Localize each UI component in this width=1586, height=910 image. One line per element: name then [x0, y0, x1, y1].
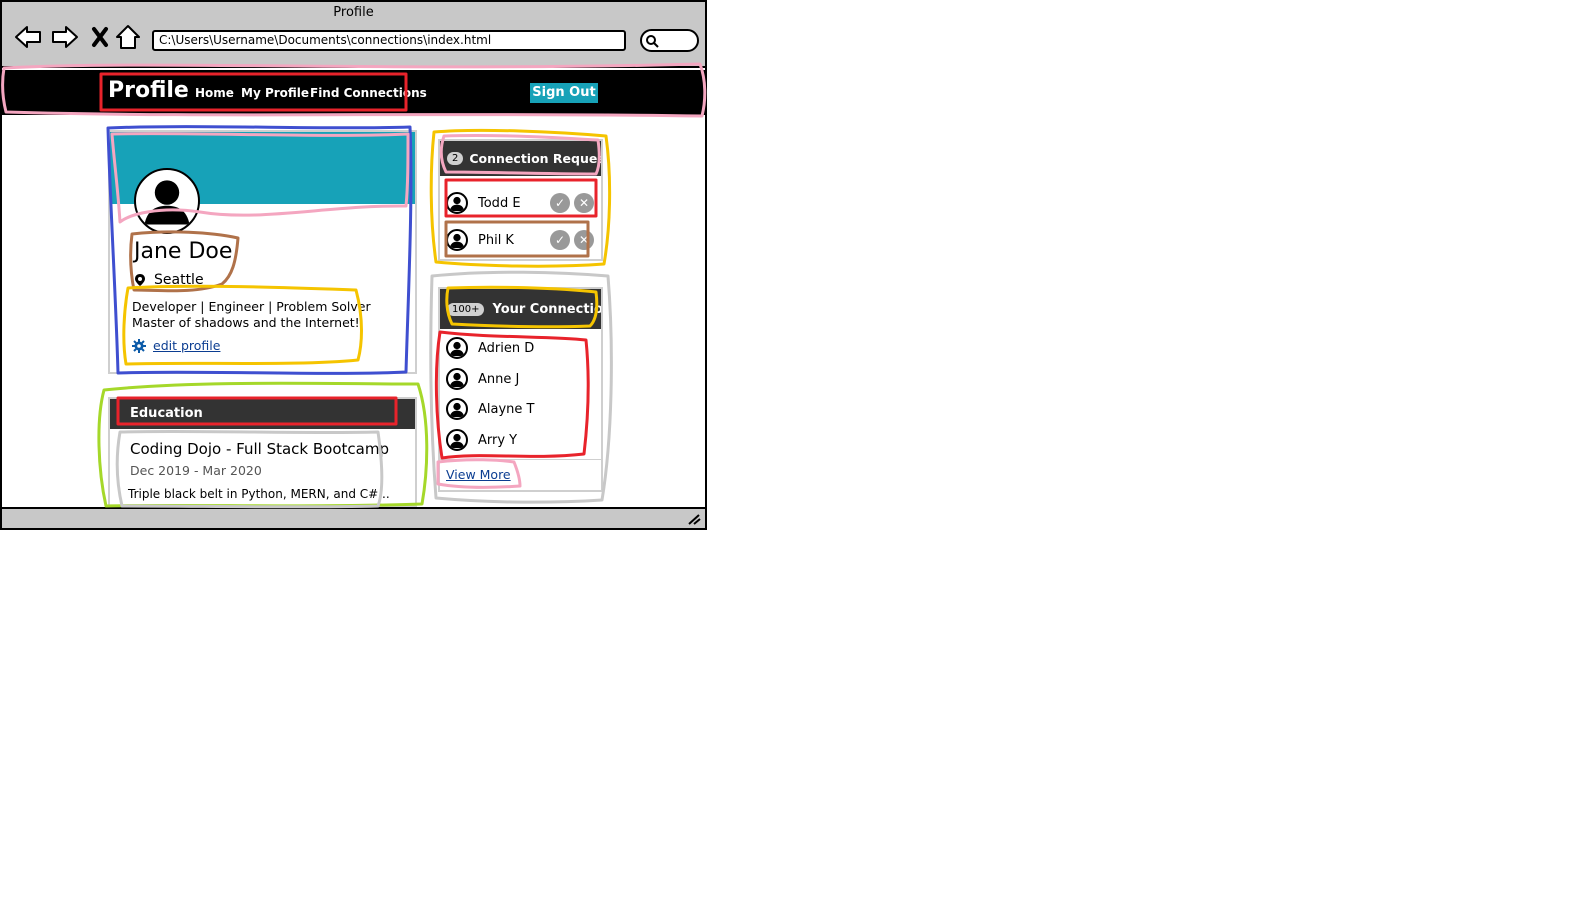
request-name: Todd E	[478, 195, 521, 211]
accept-check-icon[interactable]: ✓	[550, 193, 570, 213]
avatar-icon	[446, 337, 468, 359]
connection-requests-card: 2 Connection Requests Todd E ✓ ✕ Phil K …	[438, 139, 603, 261]
status-bar	[2, 507, 705, 528]
connection-row[interactable]: Arry Y	[446, 426, 596, 454]
connection-row[interactable]: Adrien D	[446, 334, 596, 362]
request-row: Todd E ✓ ✕	[446, 189, 596, 217]
browser-window: Profile C:\Users\Username\Documents\conn…	[0, 0, 707, 530]
edit-profile-row[interactable]: edit profile	[132, 338, 220, 353]
edit-profile-link[interactable]: edit profile	[153, 338, 220, 353]
profile-bio-line-2: Master of shadows and the Internet!	[132, 315, 360, 330]
request-row: Phil K ✓ ✕	[446, 226, 596, 254]
education-header: Education	[110, 399, 415, 429]
search-icon	[646, 35, 659, 48]
connection-row[interactable]: Alayne T	[446, 395, 596, 423]
avatar-icon	[446, 229, 468, 251]
connection-name: Adrien D	[478, 340, 535, 356]
nav-link-home[interactable]: Home	[195, 86, 234, 100]
requests-header-label: Connection Requests	[469, 151, 601, 166]
gear-icon	[132, 338, 146, 353]
avatar-icon	[134, 168, 200, 234]
sign-out-button[interactable]: Sign Out	[530, 83, 598, 103]
avatar-icon	[446, 398, 468, 420]
education-card: Education Coding Dojo - Full Stack Bootc…	[108, 397, 417, 507]
avatar-icon	[446, 368, 468, 390]
profile-location: Seattle	[134, 272, 204, 288]
browser-chrome: Profile C:\Users\Username\Documents\conn…	[2, 2, 705, 68]
decline-x-icon[interactable]: ✕	[574, 230, 594, 250]
avatar-icon	[446, 429, 468, 451]
brand-title[interactable]: Profile	[108, 78, 189, 103]
map-pin-icon	[135, 274, 145, 286]
nav-link-find-connections[interactable]: Find Connections	[310, 86, 427, 100]
connections-count-badge: 100+	[447, 302, 485, 316]
resize-grip-icon[interactable]	[687, 513, 701, 525]
avatar-icon	[446, 192, 468, 214]
browser-search-field[interactable]	[640, 29, 699, 52]
decline-x-icon[interactable]: ✕	[574, 193, 594, 213]
forward-arrow-icon[interactable]	[49, 22, 81, 52]
connection-name: Alayne T	[478, 401, 535, 417]
your-connections-card: 100+ Your Connections Adrien D Anne J Al…	[438, 287, 603, 492]
request-name: Phil K	[478, 232, 514, 248]
education-title: Coding Dojo - Full Stack Bootcamp	[130, 440, 389, 458]
connection-name: Anne J	[478, 371, 520, 387]
window-title: Profile	[333, 5, 374, 20]
profile-bio-line-1: Developer | Engineer | Problem Solver	[132, 299, 371, 314]
profile-card: Jane Doe Seattle Developer | Engineer | …	[108, 130, 417, 374]
location-text: Seattle	[154, 272, 204, 288]
top-navbar: Profile Home My Profile Find Connections…	[2, 70, 705, 115]
requests-count-badge: 2	[447, 152, 464, 165]
profile-name: Jane Doe	[134, 239, 233, 264]
divider	[440, 459, 601, 460]
your-connections-header: 100+ Your Connections	[440, 289, 601, 329]
back-arrow-icon[interactable]	[12, 22, 44, 52]
connection-name: Arry Y	[478, 432, 518, 448]
connection-row[interactable]: Anne J	[446, 365, 596, 393]
connections-header-label: Your Connections	[492, 301, 603, 317]
nav-link-my-profile[interactable]: My Profile	[241, 86, 309, 100]
connection-requests-header: 2 Connection Requests	[440, 141, 601, 176]
view-more-link[interactable]: View More	[446, 467, 511, 482]
education-dates: Dec 2019 - Mar 2020	[130, 463, 262, 478]
education-description: Triple black belt in Python, MERN, and C…	[128, 487, 390, 501]
home-icon[interactable]	[112, 22, 144, 52]
accept-check-icon[interactable]: ✓	[550, 230, 570, 250]
url-bar[interactable]: C:\Users\Username\Documents\connections\…	[152, 30, 626, 51]
